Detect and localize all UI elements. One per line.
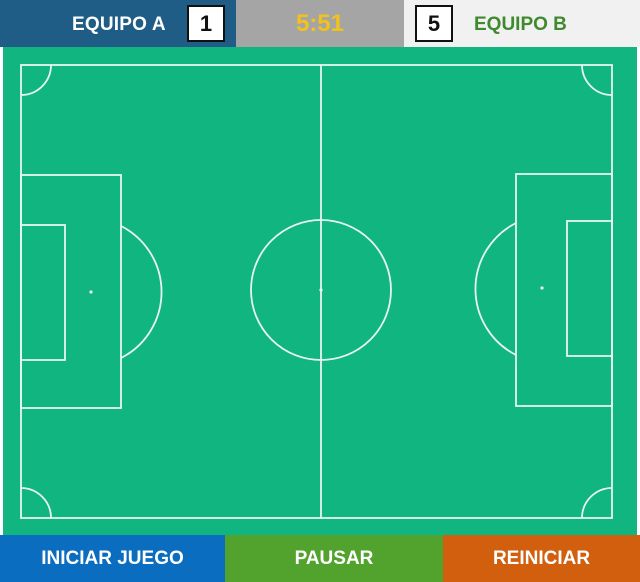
right-goal-area — [566, 220, 613, 357]
team-a-name: EQUIPO A — [72, 14, 166, 35]
right-penalty-area — [515, 173, 613, 407]
corner-arc-bottom-left — [20, 487, 52, 519]
scoreboard: EQUIPO A 1 5:51 5 EQUIPO B — [0, 0, 640, 47]
timer-panel: 5:51 — [236, 0, 404, 47]
corner-arc-top-left — [20, 64, 52, 96]
right-penalty-arc — [474, 222, 517, 356]
left-penalty-area — [20, 174, 122, 409]
left-penalty-spot — [89, 290, 93, 294]
team-a-panel: EQUIPO A 1 — [0, 0, 236, 47]
start-game-button[interactable]: INICIAR JUEGO — [0, 535, 225, 582]
corner-arc-top-right — [581, 64, 613, 96]
reset-button[interactable]: REINICIAR — [443, 535, 640, 582]
team-b-name: EQUIPO B — [474, 14, 567, 35]
left-goal-area — [20, 224, 66, 361]
team-b-score: 5 — [415, 5, 453, 42]
control-bar: INICIAR JUEGO PAUSAR REINICIAR — [0, 535, 640, 582]
team-b-panel: 5 EQUIPO B — [404, 0, 640, 47]
left-penalty-arc — [120, 225, 163, 359]
pause-button[interactable]: PAUSAR — [225, 535, 443, 582]
soccer-field — [3, 47, 637, 535]
field-markings — [20, 64, 613, 519]
center-spot — [319, 288, 323, 292]
team-a-score: 1 — [187, 5, 225, 42]
game-timer: 5:51 — [295, 10, 345, 37]
right-penalty-spot — [540, 286, 544, 290]
corner-arc-bottom-right — [581, 487, 613, 519]
field-boundary-line — [20, 64, 613, 519]
